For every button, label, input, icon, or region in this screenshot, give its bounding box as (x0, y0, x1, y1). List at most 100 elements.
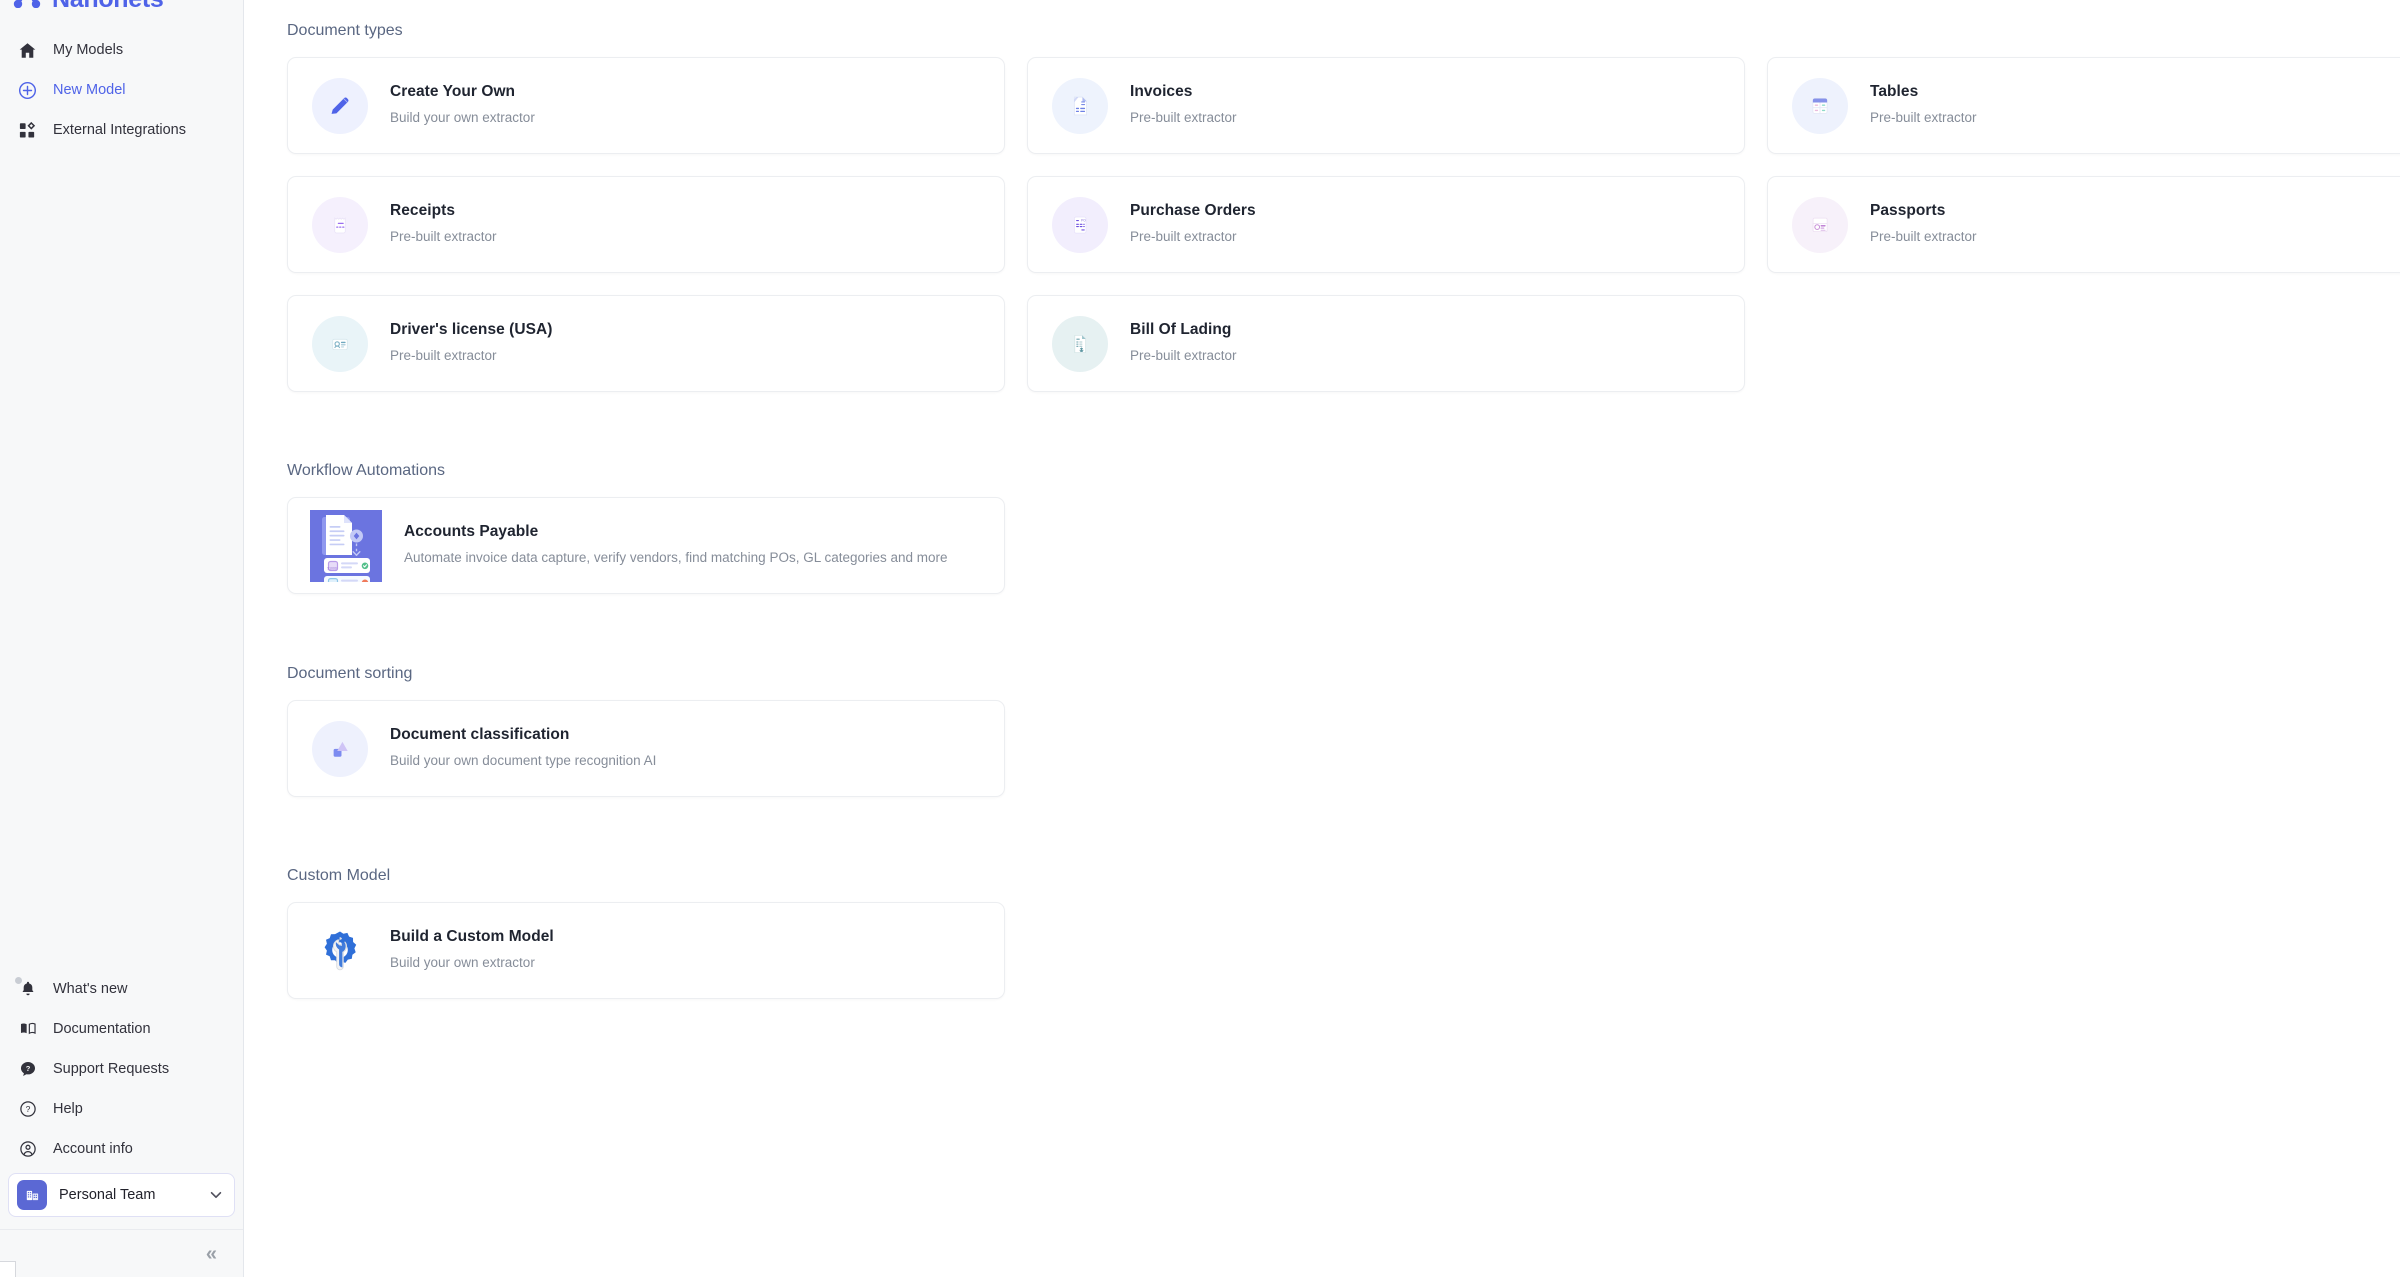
custom-model-grid: Build a Custom Model Build your own extr… (287, 902, 2400, 999)
team-switcher[interactable]: Personal Team (8, 1173, 235, 1217)
card-subtitle: Pre-built extractor (1130, 110, 1237, 126)
integrations-icon (18, 121, 37, 140)
workflow-automations-grid: $1000 Accounts Payable Automate invoice … (287, 497, 2400, 594)
sidebar-item-my-models[interactable]: My Models (0, 30, 243, 70)
pencil-icon (312, 77, 368, 134)
sidebar-item-label: What's new (53, 981, 128, 997)
chevron-down-icon (208, 1187, 224, 1203)
card-tables[interactable]: Tables Pre-built extractor (1767, 57, 2400, 154)
receipt-icon (312, 196, 368, 253)
drivers-license-icon (312, 315, 368, 372)
classification-icon (312, 720, 368, 777)
section-custom-model: Custom Model Build a Custom Model Build … (244, 867, 2400, 999)
card-bill-of-lading[interactable]: Bill Of Lading Pre-built extractor (1027, 295, 1745, 392)
brand-logo-area[interactable]: Nanonets (0, 0, 243, 8)
document-types-grid: Create Your Own Build your own extractor (287, 57, 2400, 392)
section-title: Document types (287, 22, 403, 39)
sidebar-item-new-model[interactable]: New Model (0, 70, 243, 110)
bill-of-lading-icon (1052, 315, 1108, 372)
app-root: Nanonets My Models New Model (0, 0, 2400, 1277)
sidebar-item-label: My Models (53, 42, 124, 58)
sidebar: Nanonets My Models New Model (0, 0, 244, 1277)
card-title: Purchase Orders (1130, 202, 1256, 220)
bell-icon (15, 976, 37, 999)
card-build-a-custom-model[interactable]: Build a Custom Model Build your own extr… (287, 902, 1005, 999)
card-subtitle: Pre-built extractor (1870, 229, 1977, 245)
card-title: Document classification (390, 726, 570, 744)
table-grid-icon (1792, 77, 1848, 134)
card-subtitle: Build your own extractor (390, 110, 535, 126)
accounts-payable-icon: $1000 (310, 509, 382, 582)
nanonets-logo-icon (12, 0, 42, 8)
svg-text:?: ? (25, 1104, 30, 1114)
sidebar-item-external-integrations[interactable]: External Integrations (0, 110, 243, 150)
team-name: Personal Team (59, 1187, 156, 1203)
main-content: Document types Create Your Own Build you… (244, 0, 2400, 1277)
brand-name: Nanonets (52, 0, 164, 8)
card-subtitle: Automate invoice data capture, verify ve… (404, 550, 948, 566)
card-passports[interactable]: Passports Pre-built extractor (1767, 176, 2400, 273)
sidebar-item-help[interactable]: ? Help (0, 1089, 243, 1129)
support-icon: ? (18, 1060, 37, 1079)
purchase-order-icon: PO (1052, 196, 1108, 253)
sidebar-item-label: New Model (53, 82, 126, 98)
card-title: Accounts Payable (404, 523, 539, 541)
sidebar-item-label: Documentation (53, 1021, 151, 1037)
section-title: Custom Model (287, 867, 391, 884)
primary-nav: My Models New Model External Integration… (0, 30, 243, 150)
card-subtitle: Pre-built extractor (1130, 348, 1237, 364)
collapse-sidebar-bar: « (0, 1229, 243, 1277)
user-circle-icon (18, 1140, 37, 1159)
document-sorting-grid: Document classification Build your own d… (287, 700, 2400, 797)
sidebar-item-support-requests[interactable]: ? Support Requests (0, 1049, 243, 1089)
notification-dot (15, 976, 22, 984)
sidebar-item-label: External Integrations (53, 122, 186, 138)
sidebar-item-label: Support Requests (53, 1061, 170, 1077)
section-document-types: Document types Create Your Own Build you… (244, 22, 2400, 392)
home-icon (18, 41, 37, 60)
card-title: Bill Of Lading (1130, 321, 1232, 339)
resize-corner-handle[interactable] (0, 1261, 16, 1277)
card-drivers-license-usa[interactable]: Driver's license (USA) Pre-built extract… (287, 295, 1005, 392)
card-subtitle: Build your own extractor (390, 955, 535, 971)
card-document-classification[interactable]: Document classification Build your own d… (287, 700, 1005, 797)
card-title: Tables (1870, 83, 1919, 101)
card-purchase-orders[interactable]: PO Purchase Orders Pre-built extractor (1027, 176, 1745, 273)
secondary-nav: What's new Documentation ? Support Reque… (0, 969, 243, 1223)
book-icon (18, 1020, 37, 1039)
card-title: Build a Custom Model (390, 928, 554, 946)
plus-circle-icon (18, 81, 37, 100)
card-subtitle: Build your own document type recognition… (390, 753, 657, 769)
building-icon (17, 1180, 47, 1210)
svg-text:PO: PO (1081, 218, 1086, 222)
svg-text:?: ? (25, 1064, 30, 1073)
section-title: Document sorting (287, 665, 413, 682)
passport-id-icon (1792, 196, 1848, 253)
section-title: Workflow Automations (287, 462, 445, 479)
sidebar-item-label: Account info (53, 1141, 133, 1157)
card-subtitle: Pre-built extractor (1130, 229, 1237, 245)
svg-text:$1000: $1000 (327, 566, 337, 570)
card-accounts-payable[interactable]: $1000 Accounts Payable Automate invoice … (287, 497, 1005, 594)
sidebar-item-documentation[interactable]: Documentation (0, 1009, 243, 1049)
invoice-doc-icon (1052, 77, 1108, 134)
card-subtitle: Pre-built extractor (390, 348, 497, 364)
question-circle-icon: ? (18, 1100, 37, 1119)
card-subtitle: Pre-built extractor (390, 229, 497, 245)
card-title: Receipts (390, 202, 456, 220)
card-title: Passports (1870, 202, 1946, 220)
card-subtitle: Pre-built extractor (1870, 110, 1977, 126)
sidebar-item-whats-new[interactable]: What's new (0, 969, 243, 1009)
card-receipts[interactable]: Receipts Pre-built extractor (287, 176, 1005, 273)
section-document-sorting: Document sorting Document classification… (244, 665, 2400, 797)
sidebar-item-account-info[interactable]: Account info (0, 1129, 243, 1169)
gear-wrench-icon (312, 922, 368, 979)
card-create-your-own[interactable]: Create Your Own Build your own extractor (287, 57, 1005, 154)
card-invoices[interactable]: Invoices Pre-built extractor (1027, 57, 1745, 154)
collapse-sidebar-icon[interactable]: « (206, 1244, 217, 1264)
sidebar-item-label: Help (53, 1101, 83, 1117)
